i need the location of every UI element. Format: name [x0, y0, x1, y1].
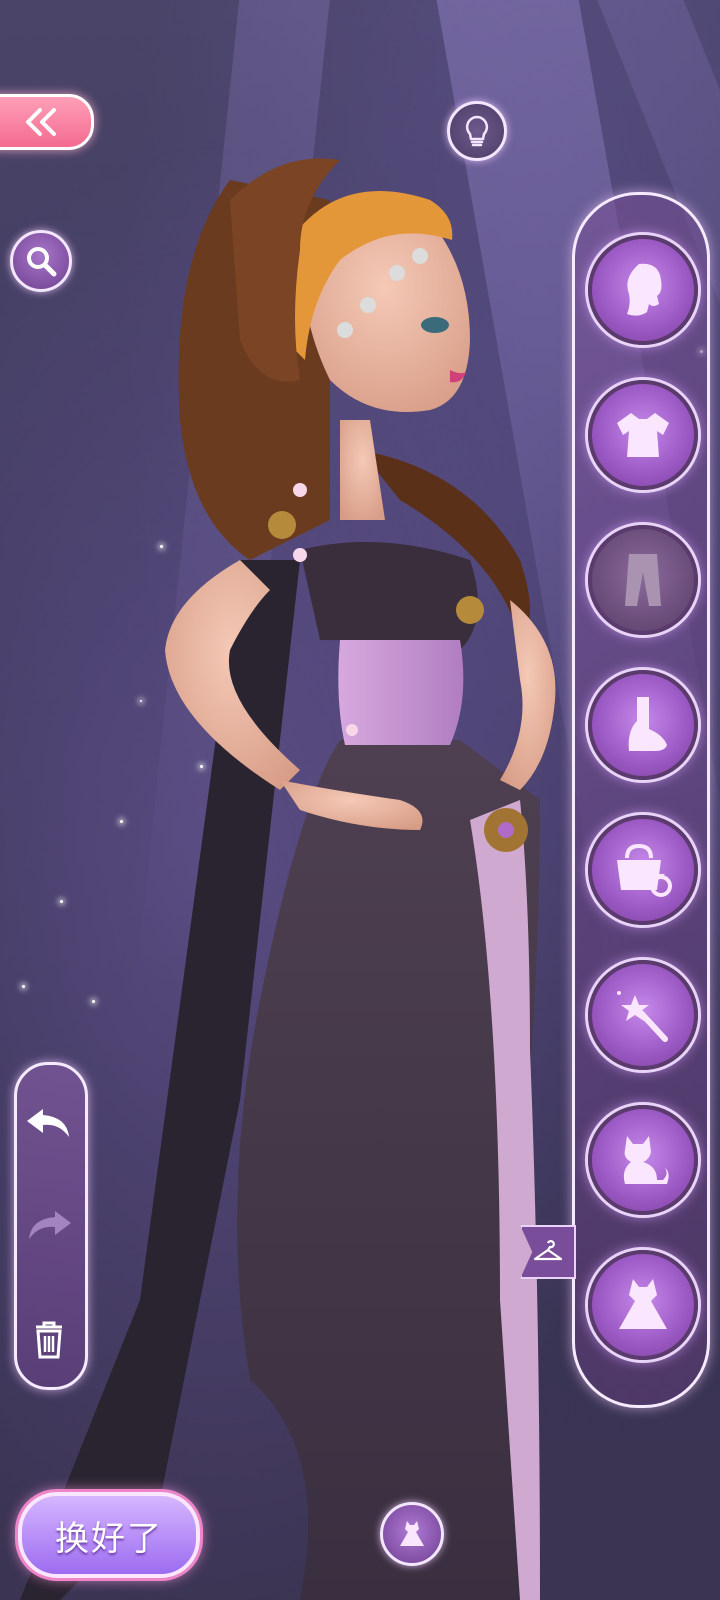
search-button[interactable] — [10, 230, 72, 292]
undo-arrow-icon — [27, 1109, 69, 1137]
category-bottom-button[interactable] — [588, 525, 698, 635]
category-accessories-button[interactable] — [588, 815, 698, 925]
undo-button[interactable] — [24, 1098, 74, 1148]
trash-icon — [36, 1321, 62, 1359]
magic-wand-icon — [617, 991, 668, 1042]
category-dress-button[interactable] — [588, 1250, 698, 1360]
confirm-outfit-button[interactable]: 换好了 — [18, 1492, 200, 1578]
double-chevron-left-icon — [26, 108, 56, 136]
category-hair-button[interactable] — [588, 235, 698, 345]
top-clothing-icon — [617, 413, 669, 457]
category-rail — [572, 192, 710, 1408]
category-top-button[interactable] — [588, 380, 698, 490]
redo-button[interactable] — [24, 1200, 74, 1250]
cat-icon — [623, 1136, 669, 1184]
dress-icon — [400, 1521, 424, 1546]
category-effects-button[interactable] — [588, 960, 698, 1070]
delete-button[interactable] — [24, 1314, 74, 1364]
lightbulb-icon — [465, 115, 489, 147]
foot-icon — [628, 697, 667, 751]
hair-silhouette-icon — [627, 263, 662, 316]
dress-icon — [619, 1279, 667, 1329]
confirm-button-label: 换好了 — [55, 1518, 163, 1559]
redo-arrow-icon — [29, 1211, 71, 1239]
search-icon — [27, 247, 57, 277]
category-pet-button[interactable] — [588, 1105, 698, 1215]
pants-icon — [625, 554, 661, 606]
hint-button[interactable] — [447, 101, 507, 161]
bag-ring-icon — [617, 843, 672, 897]
category-shoes-button[interactable] — [588, 670, 698, 780]
hanger-icon — [533, 1240, 563, 1261]
outfit-preview-button[interactable] — [380, 1502, 444, 1566]
back-button[interactable] — [0, 94, 94, 150]
